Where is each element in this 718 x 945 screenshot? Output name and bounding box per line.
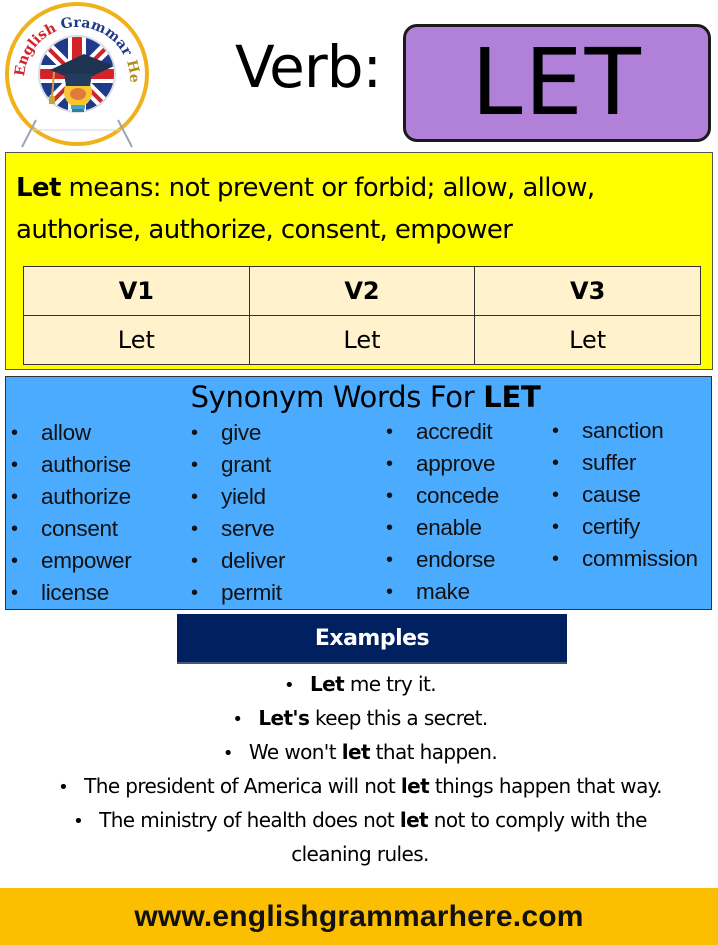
website-url[interactable]: www.englishgrammarhere.com xyxy=(134,900,583,934)
example-text: keep this a secret. xyxy=(309,706,488,730)
forms-value-v2: Let xyxy=(248,315,476,365)
examples-list: • Let me try it. • Let's keep this a secre… xyxy=(40,668,680,870)
example-text: that happen. xyxy=(369,740,498,764)
example-keyword: Let xyxy=(310,672,345,696)
synonym-item: authorize xyxy=(11,481,131,513)
synonym-item: suffer xyxy=(552,447,698,479)
example-item: • We won't let that happen. xyxy=(40,736,680,770)
forms-header-v1: V1 xyxy=(23,266,250,316)
synonyms-panel: Synonym Words For LET allow authorise au… xyxy=(5,376,712,610)
synonym-item: make xyxy=(386,576,499,608)
synonym-item: accredit xyxy=(386,416,499,448)
synonym-item: authorise xyxy=(11,449,131,481)
example-text: The president of America will not xyxy=(84,774,401,798)
example-text: The ministry of health does not xyxy=(99,808,400,832)
example-text: me try it. xyxy=(344,672,437,696)
bullet-icon: • xyxy=(58,777,69,798)
synonym-item: deliver xyxy=(191,545,285,577)
verb-word: LET xyxy=(471,29,643,136)
synonyms-column-3: accredit approve concede enable endorse … xyxy=(386,416,499,608)
example-item: • Let's keep this a secret. xyxy=(40,702,680,736)
synonym-item: license xyxy=(11,577,131,609)
example-item: • The president of America will not let t… xyxy=(40,770,680,804)
example-keyword: let xyxy=(341,740,371,764)
forms-header-row: V1 V2 V3 xyxy=(23,266,701,316)
synonym-item: consent xyxy=(11,513,131,545)
synonyms-column-1: allow authorise authorize consent empowe… xyxy=(11,417,132,609)
synonym-item: grant xyxy=(191,449,285,481)
synonyms-title-word: LET xyxy=(483,380,541,414)
synonym-item: approve xyxy=(386,448,499,480)
example-keyword: let xyxy=(399,808,429,832)
synonym-item: cause xyxy=(552,479,698,511)
examples-header: Examples xyxy=(177,614,567,664)
forms-value-row: Let Let Let xyxy=(23,315,701,365)
synonym-item: give xyxy=(191,417,285,449)
synonyms-column-4: sanction suffer cause certify commission xyxy=(552,415,698,575)
synonym-item: empower xyxy=(11,545,132,577)
synonym-item: endorse xyxy=(386,544,499,576)
synonym-item: allow xyxy=(11,417,131,449)
logo-emblem-icon: English Grammar Here.Com xyxy=(0,0,149,148)
bullet-icon: • xyxy=(73,811,84,832)
synonym-item: sanction xyxy=(552,415,698,447)
verb-badge: LET xyxy=(403,24,711,142)
forms-value-v1: Let xyxy=(23,315,250,365)
example-text: things happen that way. xyxy=(429,774,663,798)
bullet-icon: • xyxy=(284,675,295,696)
verb-label: Verb: xyxy=(235,33,382,101)
synonyms-title-prefix: Synonym Words For xyxy=(190,380,484,414)
example-keyword: Let's xyxy=(258,706,310,730)
synonym-item: concede xyxy=(386,480,499,512)
example-item: • The ministry of health does not let not… xyxy=(40,804,680,870)
synonym-item: serve xyxy=(191,513,285,545)
meaning-word: Let xyxy=(16,173,61,203)
forms-header-v2: V2 xyxy=(248,266,476,316)
synonym-item: enable xyxy=(386,512,499,544)
synonyms-column-2: give grant yield serve deliver permit xyxy=(191,417,285,609)
synonym-item: permit xyxy=(191,577,285,609)
bullet-icon: • xyxy=(232,709,243,730)
examples-title: Examples xyxy=(314,625,430,651)
footer-banner: www.englishgrammarhere.com xyxy=(0,888,718,945)
meaning-definition: means: not prevent or forbid; allow, all… xyxy=(16,173,595,245)
example-keyword: let xyxy=(400,774,430,798)
synonym-item: yield xyxy=(191,481,285,513)
verb-forms-table: V1 V2 V3 Let Let Let xyxy=(23,266,701,365)
meaning-text: Let means: not prevent or forbid; allow,… xyxy=(16,167,706,251)
synonym-item: certify xyxy=(552,511,698,543)
site-logo: English Grammar Here.Com xyxy=(0,0,152,152)
synonyms-title: Synonym Words For LET xyxy=(6,380,711,414)
forms-header-v3: V3 xyxy=(474,266,701,316)
forms-value-v3: Let xyxy=(474,315,701,365)
example-item: • Let me try it. xyxy=(40,668,680,702)
bullet-icon: • xyxy=(222,743,234,764)
example-text: We won't xyxy=(248,740,342,764)
meaning-panel: Let means: not prevent or forbid; allow,… xyxy=(5,152,713,370)
synonym-item: commission xyxy=(552,543,698,575)
